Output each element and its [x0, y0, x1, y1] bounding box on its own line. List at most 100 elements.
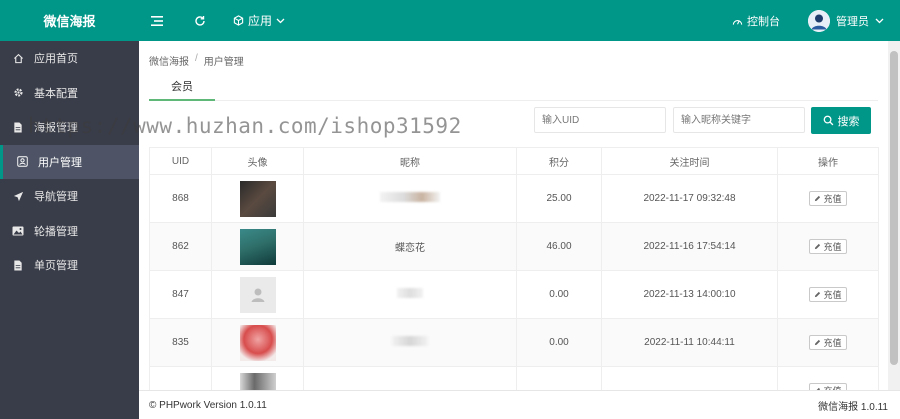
- cell-uid: 868: [149, 174, 212, 223]
- breadcrumb-separator: /: [195, 53, 198, 64]
- cell-follow-time: [601, 366, 778, 390]
- cell-follow-time: 2022-11-13 14:00:10: [601, 270, 778, 319]
- breadcrumb-current: 用户管理: [203, 57, 244, 68]
- recharge-button[interactable]: 充值: [809, 239, 847, 254]
- cell-actions: 充值: [777, 174, 879, 223]
- console-label: 控制台: [747, 15, 780, 28]
- cube-icon: [233, 15, 244, 26]
- admin-label: 管理员: [836, 15, 869, 28]
- cell-points: 0.00: [516, 270, 602, 319]
- table-row: 868 25.00 2022-11-17 09:32:48 充值: [149, 174, 879, 223]
- recharge-label: 充值: [823, 194, 842, 204]
- footer-copyright: © PHPwork Version 1.0.11: [149, 399, 267, 411]
- recharge-button[interactable]: 充值: [809, 383, 847, 390]
- cell-uid: [149, 366, 212, 390]
- cell-points: [516, 366, 602, 390]
- sidebar-item-label: 单页管理: [34, 260, 78, 273]
- home-icon: [12, 52, 24, 64]
- cell-nickname: [303, 318, 517, 367]
- cell-follow-time: 2022-11-16 17:54:14: [601, 222, 778, 271]
- sidebar-item-label: 用户管理: [38, 156, 82, 169]
- search-icon: [823, 115, 833, 126]
- admin-menu[interactable]: 管理员: [808, 9, 884, 32]
- sidebar-item-app-home[interactable]: 应用首页: [0, 41, 139, 76]
- search-button-label: 搜索: [837, 115, 860, 128]
- column-header-points: 积分: [516, 147, 602, 175]
- user-avatar: [239, 228, 276, 265]
- recharge-label: 充值: [823, 338, 842, 348]
- sidebar-item-label: 应用首页: [34, 53, 78, 66]
- recharge-button[interactable]: 充值: [809, 191, 847, 206]
- sidebar-item-page-manage[interactable]: 单页管理: [0, 248, 139, 283]
- dashboard-icon: [732, 19, 743, 25]
- recharge-button[interactable]: 充值: [809, 335, 847, 350]
- app-logo[interactable]: 微信海报: [0, 11, 139, 30]
- edit-icon: [815, 195, 821, 202]
- user-avatar-icon: [808, 9, 830, 32]
- user-icon: [16, 156, 28, 168]
- sidebar-item-user-manage[interactable]: 用户管理: [0, 144, 139, 179]
- column-header-avatar: 头像: [211, 147, 304, 175]
- menu-toggle-button[interactable]: [139, 0, 175, 41]
- recharge-button[interactable]: 充值: [809, 287, 847, 302]
- recharge-label: 充值: [823, 242, 842, 252]
- sidebar-item-label: 轮播管理: [34, 225, 78, 238]
- console-link[interactable]: 控制台: [732, 13, 780, 29]
- admin-avatar: [808, 9, 830, 32]
- user-avatar: [239, 324, 276, 361]
- column-header-follow-time: 关注时间: [601, 147, 778, 175]
- sidebar-item-label: 基本配置: [34, 87, 78, 100]
- top-bar: 微信海报 应用 控制台 管理员: [0, 0, 900, 41]
- gear-icon: [12, 87, 24, 99]
- edit-icon: [815, 291, 821, 298]
- sidebar-item-carousel-manage[interactable]: 轮播管理: [0, 214, 139, 249]
- sidebar-item-label: 导航管理: [34, 191, 78, 204]
- app-dropdown[interactable]: 应用: [225, 0, 293, 41]
- cell-uid: 847: [149, 270, 212, 319]
- top-right-area: 控制台 管理员: [732, 0, 900, 41]
- cell-actions: 充值: [777, 270, 879, 319]
- sidebar-item-poster-manage[interactable]: 海报管理: [0, 110, 139, 145]
- cell-actions: 充值: [777, 366, 879, 390]
- tab-bar: 会员: [149, 77, 878, 101]
- sidebar: 应用首页 基本配置 海报管理 用户管理 导航管理 轮播管理 单页管理: [0, 41, 139, 419]
- cell-points: 25.00: [516, 174, 602, 223]
- cell-nickname: 蝶恋花: [303, 222, 517, 271]
- edit-icon: [815, 243, 821, 250]
- cell-avatar: [211, 318, 304, 367]
- chevron-down-icon: [875, 18, 884, 23]
- vertical-scrollbar[interactable]: [888, 41, 900, 390]
- cell-avatar: [211, 174, 304, 223]
- cell-actions: 充值: [777, 318, 879, 367]
- breadcrumb: 微信海报 / 用户管理: [149, 53, 244, 68]
- user-avatar: [239, 180, 276, 217]
- default-avatar-icon: [251, 288, 264, 302]
- cell-nickname: [303, 174, 517, 223]
- refresh-button[interactable]: [175, 0, 225, 41]
- cell-points: 0.00: [516, 318, 602, 367]
- user-avatar: [239, 372, 276, 390]
- column-header-nickname: 昵称: [303, 147, 517, 175]
- search-button[interactable]: 搜索: [811, 107, 871, 134]
- cell-nickname: [303, 366, 517, 390]
- cell-follow-time: 2022-11-17 09:32:48: [601, 174, 778, 223]
- table-row: 862 蝶恋花 46.00 2022-11-16 17:54:14 充值: [149, 222, 879, 271]
- breadcrumb-root[interactable]: 微信海报: [149, 53, 189, 68]
- refresh-icon: [195, 15, 205, 26]
- cell-follow-time: 2022-11-11 10:44:11: [601, 318, 778, 367]
- recharge-label: 充值: [823, 290, 842, 300]
- scrollbar-thumb[interactable]: [890, 51, 898, 365]
- send-icon: [12, 190, 24, 202]
- table-row: 847 0.00 2022-11-13 14:00:10 充值: [149, 270, 879, 319]
- cell-uid: 835: [149, 318, 212, 367]
- uid-search-input[interactable]: [534, 107, 666, 133]
- sidebar-item-basic-config[interactable]: 基本配置: [0, 76, 139, 111]
- cell-avatar: [211, 222, 304, 271]
- chevron-down-icon: [276, 18, 285, 23]
- sidebar-item-nav-manage[interactable]: 导航管理: [0, 179, 139, 214]
- tab-member[interactable]: 会员: [149, 77, 215, 101]
- footer-app-version: 微信海报 1.0.11: [818, 401, 888, 413]
- table-row: 835 0.00 2022-11-11 10:44:11 充值: [149, 318, 879, 367]
- table-header-row: UID 头像 昵称 积分 关注时间 操作: [149, 147, 879, 175]
- nickname-search-input[interactable]: [673, 107, 805, 133]
